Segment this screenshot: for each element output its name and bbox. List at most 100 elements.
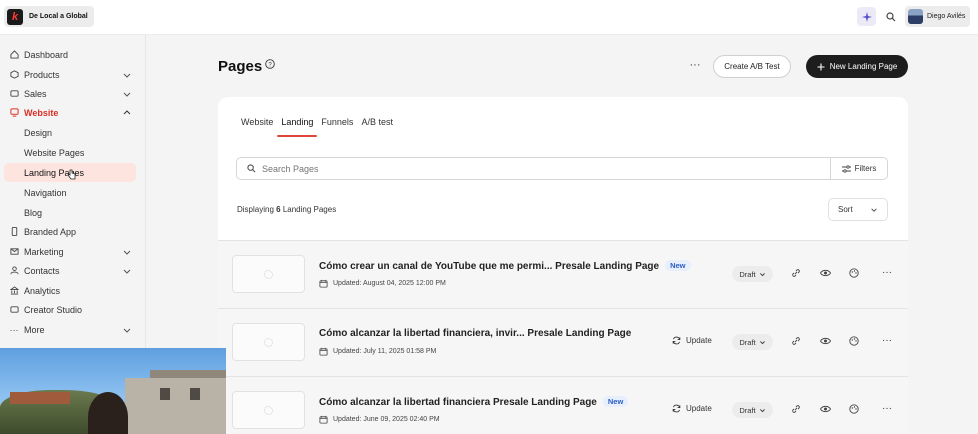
page-title-cell[interactable]: Cómo crear un canal de YouTube que me pe…: [319, 260, 691, 272]
sidebar-item-label: Products: [24, 69, 60, 80]
ai-sparkle-button[interactable]: [857, 7, 876, 26]
tab-funnels[interactable]: Funnels: [317, 117, 357, 137]
updated-date: Updated: July 11, 2025 01:58 PM: [319, 347, 436, 356]
copy-link-button[interactable]: [790, 267, 802, 279]
sidebar-item-label: Creator Studio: [24, 304, 83, 315]
row-title-text: Cómo alcanzar la libertad financiera Pre…: [319, 397, 597, 408]
sidebar-item-marketing[interactable]: Marketing: [4, 242, 136, 261]
page-title-cell[interactable]: Cómo alcanzar la libertad financiera, in…: [319, 328, 631, 339]
sidebar-item-website-pages[interactable]: Website Pages: [4, 143, 136, 162]
tab-website[interactable]: Website: [237, 117, 277, 137]
copy-link-button[interactable]: [790, 403, 802, 415]
row-more-button[interactable]: ···: [881, 335, 893, 347]
preview-button[interactable]: [819, 267, 831, 279]
sidebar-item-creator-studio[interactable]: Creator Studio: [4, 300, 136, 319]
sidebar-item-label: Sales: [24, 88, 47, 99]
new-landing-page-button[interactable]: New Landing Page: [806, 55, 908, 78]
sidebar-item-analytics[interactable]: Analytics: [4, 281, 136, 300]
chevron-down-icon: [123, 328, 131, 333]
page-thumbnail[interactable]: [232, 391, 305, 429]
hand-cursor-icon: [67, 169, 76, 180]
calendar-icon: [319, 279, 328, 288]
tab-landing[interactable]: Landing: [277, 117, 318, 137]
sparkle-icon: [861, 11, 872, 22]
results-suffix: Landing Pages: [282, 205, 337, 214]
palette-icon: [849, 404, 859, 414]
status-label: Draft: [739, 269, 756, 279]
results-number: 6: [276, 205, 281, 214]
sidebar-item-more[interactable]: ··· More: [4, 320, 136, 339]
table-row[interactable]: Cómo crear un canal de YouTube que me pe…: [218, 240, 908, 308]
workspace-switcher[interactable]: k De Local a Global: [4, 6, 94, 27]
filters-button[interactable]: Filters: [830, 158, 887, 179]
page-thumbnail[interactable]: [232, 255, 305, 293]
sidebar-item-label: Design: [24, 127, 53, 138]
sidebar-item-branded-app[interactable]: Branded App: [4, 222, 136, 241]
chevron-down-icon: [871, 208, 877, 212]
sidebar-item-label: Analytics: [24, 285, 61, 296]
filters-label: Filters: [854, 164, 877, 173]
sidebar-item-design[interactable]: Design: [4, 123, 136, 142]
sidebar-item-navigation[interactable]: Navigation: [4, 183, 136, 202]
row-more-button[interactable]: ···: [881, 267, 893, 279]
updated-date-text: Updated: August 04, 2025 12:00 PM: [333, 280, 446, 287]
status-dropdown[interactable]: Draft: [732, 402, 773, 418]
results-count: Displaying 6 Landing Pages: [237, 205, 336, 214]
search-input[interactable]: [262, 163, 822, 174]
help-circle-icon[interactable]: ?: [265, 59, 275, 69]
sidebar-item-website[interactable]: Website: [4, 103, 136, 122]
global-search-button[interactable]: [881, 7, 900, 26]
user-menu[interactable]: Diego Avilés: [905, 6, 971, 27]
box-icon: [9, 70, 19, 80]
pages-card: Website Landing Funnels A/B test Filters…: [218, 97, 908, 434]
bank-icon: [9, 286, 19, 296]
sidebar-item-dashboard[interactable]: Dashboard: [4, 45, 136, 64]
sidebar-item-contacts[interactable]: Contacts: [4, 261, 136, 280]
create-ab-test-button[interactable]: Create A/B Test: [713, 55, 791, 78]
webcam-window: [160, 388, 170, 400]
status-dropdown[interactable]: Draft: [732, 266, 773, 282]
row-title-text: Cómo alcanzar la libertad financiera, in…: [319, 328, 632, 339]
sidebar-item-label: Website Pages: [24, 147, 85, 158]
update-button[interactable]: Update: [672, 336, 712, 345]
chevron-down-icon: [123, 250, 131, 255]
refresh-icon: [672, 404, 681, 413]
link-icon: [792, 405, 800, 413]
tab-bar: Website Landing Funnels A/B test: [237, 117, 397, 137]
edit-design-button[interactable]: [848, 267, 860, 279]
update-label: Update: [686, 404, 712, 413]
link-icon: [792, 269, 800, 277]
studio-icon: [9, 305, 19, 315]
tab-ab-test[interactable]: A/B test: [357, 117, 397, 137]
sort-dropdown[interactable]: Sort: [828, 198, 888, 221]
sidebar-item-label: More: [24, 324, 45, 335]
row-more-button[interactable]: ···: [881, 403, 893, 415]
webcam-overlay: [0, 348, 226, 434]
calendar-icon: [319, 415, 328, 424]
status-dropdown[interactable]: Draft: [732, 334, 773, 350]
search-icon: [247, 164, 256, 173]
new-landing-page-label: New Landing Page: [829, 62, 898, 71]
plus-icon: [817, 63, 825, 70]
chevron-up-icon: [123, 110, 131, 115]
sidebar-item-landing-pages[interactable]: Landing Pages: [4, 163, 136, 182]
sidebar-item-blog[interactable]: Blog: [4, 203, 136, 222]
edit-design-button[interactable]: [848, 403, 860, 415]
calendar-icon: [319, 347, 328, 356]
copy-link-button[interactable]: [790, 335, 802, 347]
preview-button[interactable]: [819, 335, 831, 347]
table-row[interactable]: Cómo alcanzar la libertad financiera, in…: [218, 308, 908, 376]
update-button[interactable]: Update: [672, 404, 712, 413]
preview-button[interactable]: [819, 403, 831, 415]
table-row[interactable]: Cómo alcanzar la libertad financiera Pre…: [218, 376, 908, 434]
search-icon: [885, 11, 895, 21]
edit-design-button[interactable]: [848, 335, 860, 347]
page-title-cell[interactable]: Cómo alcanzar la libertad financiera Pre…: [319, 396, 629, 408]
chevron-down-icon: [759, 408, 765, 412]
sidebar-item-sales[interactable]: Sales: [4, 84, 136, 103]
sidebar-item-products[interactable]: Products: [4, 65, 136, 84]
webcam-person: [88, 392, 128, 434]
more-options-button[interactable]: ···: [685, 59, 705, 75]
page-thumbnail[interactable]: [232, 323, 305, 361]
webcam-window: [190, 388, 200, 400]
